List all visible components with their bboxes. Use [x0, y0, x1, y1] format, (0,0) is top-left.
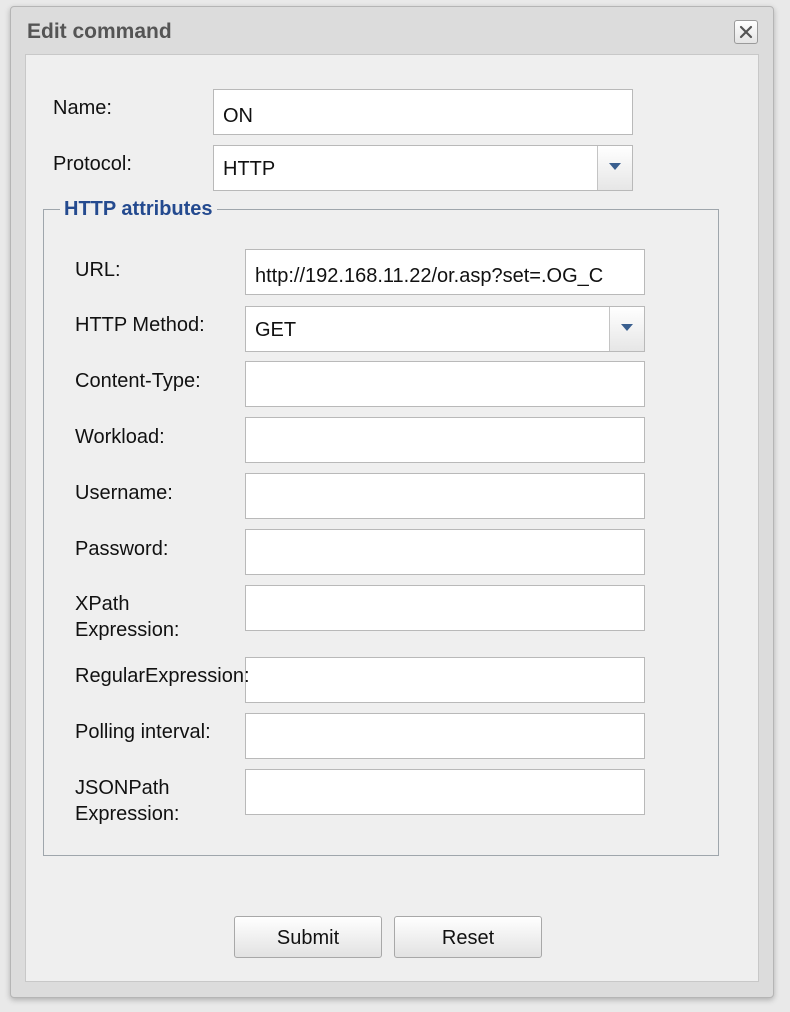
protocol-selected-value: HTTP	[223, 158, 276, 180]
password-label: Password:	[75, 538, 169, 560]
username-label: Username:	[75, 482, 173, 504]
protocol-dropdown-button[interactable]	[597, 146, 632, 190]
jsonpath-label-line1: JSONPath	[75, 777, 170, 799]
username-input[interactable]	[245, 473, 645, 519]
chevron-down-icon	[609, 163, 621, 170]
xpath-input[interactable]	[245, 585, 645, 631]
jsonpath-label-line2: Expression:	[75, 803, 180, 825]
xpath-label-line2: Expression:	[75, 619, 180, 641]
chevron-down-icon	[621, 324, 633, 331]
http-method-selected-value: GET	[255, 319, 297, 341]
url-label: URL:	[75, 259, 121, 281]
xpath-label-line1: XPath	[75, 593, 130, 615]
http-method-label: HTTP Method:	[75, 314, 205, 336]
regular-expression-label: RegularExpression:	[75, 665, 250, 687]
content-type-input[interactable]	[245, 361, 645, 407]
name-input[interactable]	[213, 89, 633, 135]
jsonpath-input[interactable]	[245, 769, 645, 815]
password-input[interactable]	[245, 529, 645, 575]
name-label: Name:	[53, 97, 112, 119]
http-attributes-legend: HTTP attributes	[64, 198, 213, 220]
submit-button[interactable]: Submit	[234, 916, 382, 958]
protocol-label: Protocol:	[53, 153, 132, 175]
close-icon	[739, 25, 753, 39]
url-input[interactable]	[245, 249, 645, 295]
http-method-dropdown-button[interactable]	[609, 307, 644, 351]
protocol-select[interactable]: HTTP	[213, 145, 633, 191]
workload-input[interactable]	[245, 417, 645, 463]
regular-expression-input[interactable]	[245, 657, 645, 703]
dialog-titlebar[interactable]: Edit command	[11, 7, 773, 53]
workload-label: Workload:	[75, 426, 165, 448]
dialog-title: Edit command	[27, 20, 172, 43]
close-button[interactable]	[734, 20, 758, 44]
content-type-label: Content-Type:	[75, 370, 201, 392]
reset-button[interactable]: Reset	[394, 916, 542, 958]
http-method-select[interactable]: GET	[245, 306, 645, 352]
polling-interval-label: Polling interval:	[75, 721, 211, 743]
polling-interval-input[interactable]	[245, 713, 645, 759]
